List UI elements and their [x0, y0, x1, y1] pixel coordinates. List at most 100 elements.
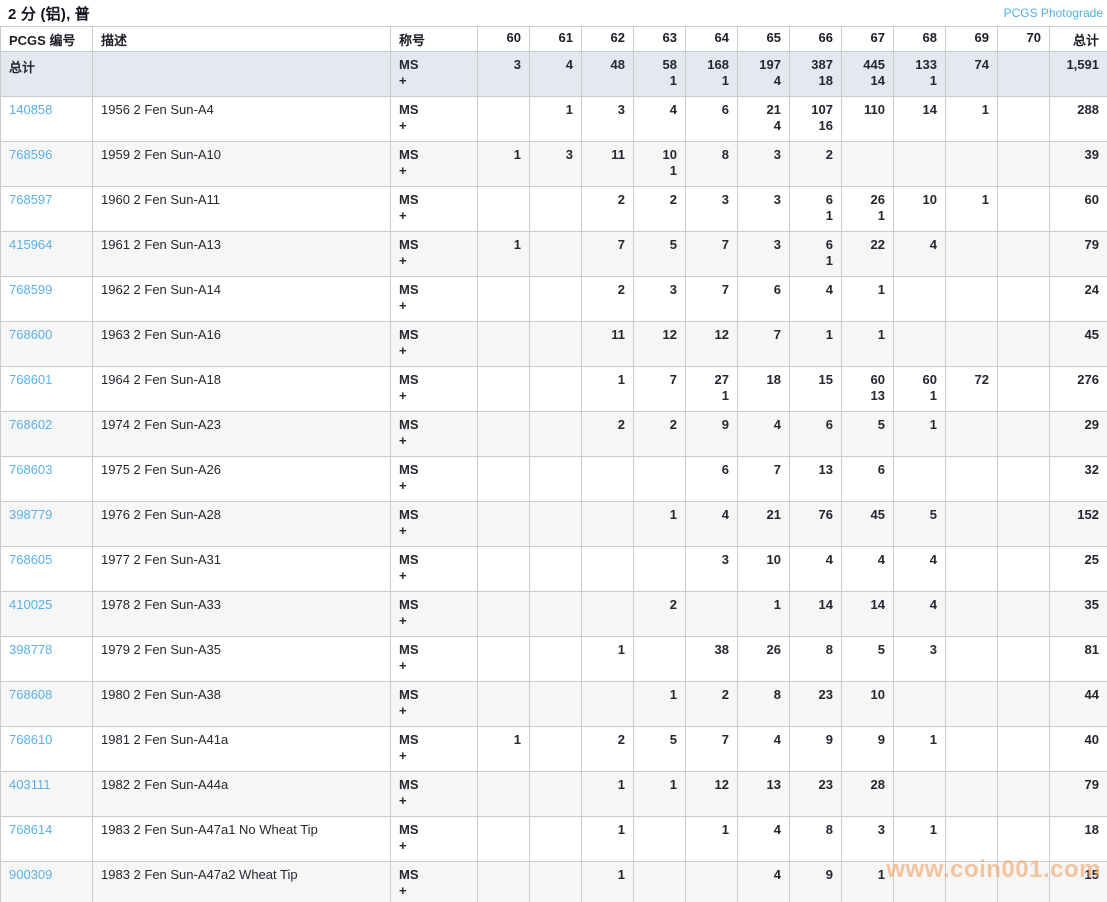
- grade-cell-62: 7: [581, 231, 634, 277]
- grade-cell-60: [477, 501, 530, 547]
- total-cell: 152: [1049, 501, 1107, 547]
- grade-cell-69: 1: [945, 186, 998, 232]
- grade-cell-64: [685, 861, 738, 902]
- grade-cell-60: [477, 366, 530, 412]
- pcgs-number-link[interactable]: 768599: [9, 282, 52, 297]
- pcgs-cell: 140858: [0, 96, 93, 142]
- designation-cell: MS +: [390, 591, 478, 637]
- grade-cell-70: [997, 456, 1050, 502]
- grade-cell-62: 1: [581, 816, 634, 862]
- grade-cell-70: [997, 231, 1050, 277]
- grade-cell-63: [633, 636, 686, 682]
- description-cell: 1976 2 Fen Sun-A28: [92, 501, 391, 547]
- pcgs-number-link[interactable]: 768614: [9, 822, 52, 837]
- grade-cell-66: 107 16: [789, 96, 842, 142]
- pcgs-number-link[interactable]: 398778: [9, 642, 52, 657]
- pcgs-number-link[interactable]: 415964: [9, 237, 52, 252]
- grade-cell-63: 5: [633, 231, 686, 277]
- grade-cell-61: [529, 276, 582, 322]
- grade-cell-66: 387 18: [789, 51, 842, 97]
- grade-cell-67: 26 1: [841, 186, 894, 232]
- col-header-grade-70: 70: [997, 26, 1050, 52]
- pcgs-cell: 403111: [0, 771, 93, 817]
- grade-cell-69: 72: [945, 366, 998, 412]
- pcgs-number-link[interactable]: 768596: [9, 147, 52, 162]
- pcgs-number-link[interactable]: 398779: [9, 507, 52, 522]
- table-row: 768597 1960 2 Fen Sun-A11 MS +2 2 3 3 6 1 26 1 10 1 6…: [0, 186, 1107, 232]
- pcgs-number-link[interactable]: 768608: [9, 687, 52, 702]
- total-cell: 81: [1049, 636, 1107, 682]
- pcgs-number-link[interactable]: 900309: [9, 867, 52, 882]
- grade-cell-66: 2: [789, 141, 842, 187]
- grade-cell-61: [529, 411, 582, 457]
- grade-cell-62: 1: [581, 636, 634, 682]
- total-cell: 40: [1049, 726, 1107, 772]
- pcgs-cell: 768605: [0, 546, 93, 592]
- grade-cell-68: 14: [893, 96, 946, 142]
- grade-cell-67: 6: [841, 456, 894, 502]
- total-cell: 24: [1049, 276, 1107, 322]
- table-row: 398779 1976 2 Fen Sun-A28 MS + 1 4 21 76 45 5 152: [0, 501, 1107, 547]
- pcgs-number-link[interactable]: 768601: [9, 372, 52, 387]
- designation-cell: MS +: [390, 51, 478, 97]
- grade-cell-69: [945, 501, 998, 547]
- pcgs-number-link[interactable]: 768600: [9, 327, 52, 342]
- pcgs-cell: 410025: [0, 591, 93, 637]
- designation-cell: MS +: [390, 771, 478, 817]
- pcgs-number-link[interactable]: 768603: [9, 462, 52, 477]
- pcgs-number-link[interactable]: 768610: [9, 732, 52, 747]
- grade-cell-60: 1: [477, 726, 530, 772]
- designation-cell: MS +: [390, 141, 478, 187]
- description-cell: 1982 2 Fen Sun-A44a: [92, 771, 391, 817]
- grade-cell-60: [477, 456, 530, 502]
- total-cell: 276: [1049, 366, 1107, 412]
- pcgs-number-link[interactable]: 140858: [9, 102, 52, 117]
- pcgs-number-link[interactable]: 403111: [9, 777, 50, 792]
- description-cell: 1980 2 Fen Sun-A38: [92, 681, 391, 727]
- grade-cell-65: 8: [737, 681, 790, 727]
- grade-cell-64: 2: [685, 681, 738, 727]
- grade-cell-69: [945, 591, 998, 637]
- grade-cell-62: 11: [581, 321, 634, 367]
- grade-cell-70: [997, 51, 1050, 97]
- grade-cell-65: 197 4: [737, 51, 790, 97]
- grade-cell-60: [477, 771, 530, 817]
- pcgs-number-link[interactable]: 768597: [9, 192, 52, 207]
- grade-cell-68: 10: [893, 186, 946, 232]
- grade-cell-64: 27 1: [685, 366, 738, 412]
- total-cell: 45: [1049, 321, 1107, 367]
- grade-cell-70: [997, 816, 1050, 862]
- grade-cell-63: 1: [633, 771, 686, 817]
- table-row: 768608 1980 2 Fen Sun-A38 MS + 1 2 8 23 10 44: [0, 681, 1107, 727]
- grade-cell-66: 6: [789, 411, 842, 457]
- pcgs-number-link[interactable]: 768602: [9, 417, 52, 432]
- col-header-grade-64: 64: [685, 26, 738, 52]
- designation-cell: MS +: [390, 186, 478, 232]
- col-header-grade-67: 67: [841, 26, 894, 52]
- grade-cell-65: 7: [737, 321, 790, 367]
- description-cell: 1974 2 Fen Sun-A23: [92, 411, 391, 457]
- description-cell: [92, 51, 391, 97]
- pcgs-number-link[interactable]: 410025: [9, 597, 52, 612]
- description-cell: 1964 2 Fen Sun-A18: [92, 366, 391, 412]
- grade-cell-65: 26: [737, 636, 790, 682]
- designation-cell: MS +: [390, 546, 478, 592]
- grade-cell-65: 13: [737, 771, 790, 817]
- grade-cell-69: [945, 726, 998, 772]
- pcgs-number-link[interactable]: 768605: [9, 552, 52, 567]
- grade-cell-68: 4: [893, 546, 946, 592]
- grade-cell-62: 1: [581, 861, 634, 902]
- col-header-total: 总计: [1049, 26, 1107, 52]
- grade-cell-62: 2: [581, 276, 634, 322]
- table-row: 900309 1983 2 Fen Sun-A47a2 Wheat Tip MS + 1…: [0, 861, 1107, 902]
- grade-cell-64: 12: [685, 771, 738, 817]
- pcgs-cell: 900309: [0, 861, 93, 902]
- grade-cell-60: [477, 861, 530, 902]
- grade-cell-63: 58 1: [633, 51, 686, 97]
- designation-cell: MS +: [390, 411, 478, 457]
- pcgs-photograde-link[interactable]: PCGS Photograde: [1004, 6, 1103, 20]
- grade-cell-64: 12: [685, 321, 738, 367]
- grade-cell-68: [893, 861, 946, 902]
- grade-cell-63: 7: [633, 366, 686, 412]
- header-row: PCGS 编号 描述 称号 60 61 62 63 64 65 66 67 68 69 70 总计: [0, 26, 1107, 52]
